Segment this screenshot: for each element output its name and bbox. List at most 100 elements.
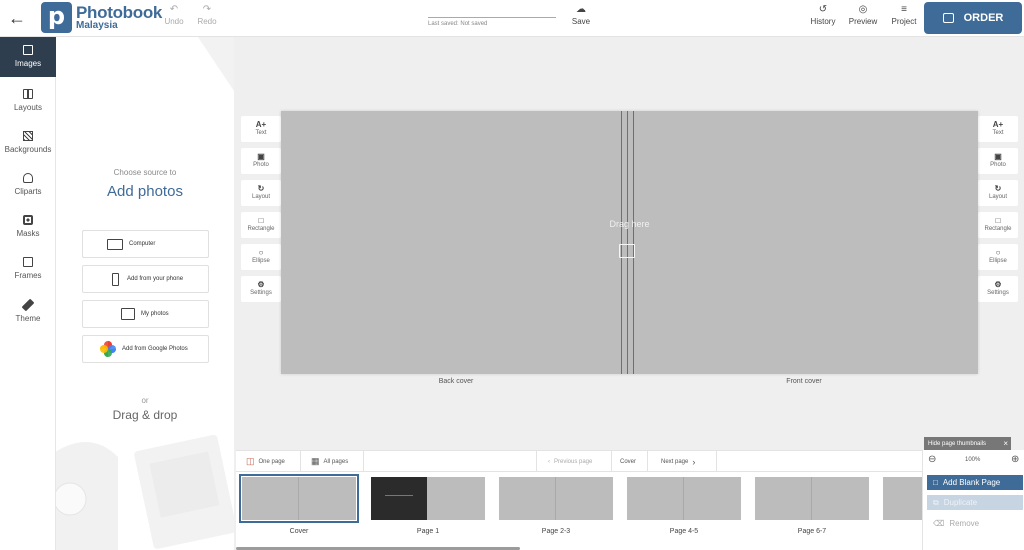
drag-drop-hint: Drag & drop xyxy=(112,408,178,422)
source-google-photos-button[interactable]: Add from Google Photos xyxy=(82,335,209,363)
gear-icon: ⚙ xyxy=(257,280,265,289)
save-status: Last saved: Not saved xyxy=(428,8,556,27)
nav-item-theme[interactable]: Theme xyxy=(0,291,56,331)
grid-icon: ▦ xyxy=(311,456,320,466)
preview-button[interactable]: ◎ Preview xyxy=(847,4,879,26)
zoom-level: 100% xyxy=(965,457,981,463)
back-arrow-icon[interactable]: ← xyxy=(6,7,28,29)
thumbnail-strip: Cover Page 1 Page 2-3 Page 4-5 Page 6-7 xyxy=(236,472,922,550)
project-button[interactable]: ≡ Project xyxy=(889,4,919,26)
history-button[interactable]: ↺ History xyxy=(808,4,838,26)
undo-button[interactable]: ↶ Undo xyxy=(164,4,184,26)
nav-item-backgrounds[interactable]: Backgrounds xyxy=(0,123,56,163)
thumbnail-cover[interactable] xyxy=(239,474,359,523)
source-computer-button[interactable]: Computer xyxy=(82,230,209,258)
backgrounds-icon xyxy=(23,131,33,141)
source-my-photos-button[interactable]: My photos xyxy=(82,300,209,328)
front-cover-label: Front cover xyxy=(786,378,822,385)
hide-thumbnails-tab[interactable]: Hide page thumbnails × xyxy=(924,437,1011,451)
thumbnail-page-6-7[interactable] xyxy=(755,477,869,520)
save-status-divider xyxy=(428,17,556,18)
spine-line xyxy=(633,111,634,374)
rectangle-icon: □ xyxy=(258,216,264,225)
thumbnail-next[interactable] xyxy=(883,477,922,520)
add-photos-panel: Choose source to Add photos Computer Add… xyxy=(56,37,234,550)
photo-icon: ▣ xyxy=(994,152,1002,161)
nav-item-layouts[interactable]: Layouts xyxy=(0,81,56,121)
add-image-icon xyxy=(619,244,635,258)
logo-mark[interactable]: p xyxy=(41,2,72,33)
tool-settings-right[interactable]: ⚙ Settings xyxy=(978,276,1018,302)
google-photos-icon xyxy=(100,341,116,357)
tool-rectangle-left[interactable]: □ Rectangle xyxy=(241,212,281,238)
eye-icon: ◎ xyxy=(858,4,868,15)
cloud-icon: ☁ xyxy=(576,4,586,15)
ellipse-icon: ○ xyxy=(258,248,264,257)
history-icon: ↺ xyxy=(818,4,828,15)
last-saved-label: Last saved: xyxy=(428,21,459,27)
nav-item-cliparts[interactable]: Cliparts xyxy=(0,165,56,205)
thumbnail-label: Page 1 xyxy=(416,528,440,535)
tool-settings-left[interactable]: ⚙ Settings xyxy=(241,276,281,302)
duplicate-button[interactable]: ⧉ Duplicate xyxy=(927,495,1023,510)
next-page-button[interactable]: Next page › xyxy=(661,451,695,472)
thumbnail-page-2-3[interactable] xyxy=(499,477,613,520)
nav-item-images[interactable]: Images xyxy=(0,37,56,77)
thumbnail-label: Page 4-5 xyxy=(669,528,699,535)
redo-icon: ↷ xyxy=(202,4,212,15)
tool-layout-left[interactable]: ↻ Layout xyxy=(241,180,281,206)
redo-button[interactable]: ↷ Redo xyxy=(196,4,218,26)
left-tool-column: A+ Text ▣ Photo ↻ Layout □ Rectangle ○ Ellips… xyxy=(241,116,281,308)
remove-button[interactable]: ⌫ Remove xyxy=(927,516,1023,531)
text-icon: A+ xyxy=(255,120,267,129)
tool-photo-left[interactable]: ▣ Photo xyxy=(241,148,281,174)
tool-text-right[interactable]: A+ Text xyxy=(978,116,1018,142)
frames-icon xyxy=(23,257,33,267)
computer-icon xyxy=(107,238,123,250)
tool-rectangle-right[interactable]: □ Rectangle xyxy=(978,212,1018,238)
gear-icon: ⚙ xyxy=(994,280,1002,289)
bag-icon xyxy=(942,13,954,23)
tool-layout-right[interactable]: ↻ Layout xyxy=(978,180,1018,206)
tool-ellipse-right[interactable]: ○ Ellipse xyxy=(978,244,1018,270)
layout-refresh-icon: ↻ xyxy=(994,184,1002,193)
source-phone-button[interactable]: Add from your phone xyxy=(82,265,209,293)
order-button[interactable]: ORDER xyxy=(924,2,1022,34)
chevron-right-icon: › xyxy=(692,456,696,467)
nav-item-masks[interactable]: Masks xyxy=(0,207,56,247)
previous-page-button[interactable]: ‹ Previous page xyxy=(548,451,592,472)
nav-item-frames[interactable]: Frames xyxy=(0,249,56,289)
photo-icon: ▣ xyxy=(257,152,265,161)
ellipse-icon: ○ xyxy=(995,248,1001,257)
page-actions-panel: ⊖ 100% ⊕ □ Add Blank Page ⧉ Duplicate ⌫ … xyxy=(922,450,1024,550)
thumbnail-label: Cover xyxy=(289,528,309,535)
close-icon[interactable]: × xyxy=(1003,437,1008,451)
cover-canvas[interactable]: Drag here xyxy=(281,111,978,374)
rectangle-icon: □ xyxy=(995,216,1001,225)
thumbnail-page-1[interactable] xyxy=(371,477,485,520)
layouts-icon xyxy=(23,89,33,99)
thumbnail-dark-page xyxy=(371,477,427,520)
chevron-left-icon: ‹ xyxy=(548,458,550,465)
last-saved-value: Not saved xyxy=(460,21,488,27)
zoom-in-icon[interactable]: ⊕ xyxy=(1011,454,1019,465)
undo-icon: ↶ xyxy=(169,4,179,15)
add-blank-page-button[interactable]: □ Add Blank Page xyxy=(927,475,1023,490)
thumbnail-label: Page 2-3 xyxy=(541,528,571,535)
one-page-toggle[interactable]: ◫ One page xyxy=(246,451,285,472)
tool-ellipse-left[interactable]: ○ Ellipse xyxy=(241,244,281,270)
current-page-label: Cover xyxy=(620,458,637,465)
save-button[interactable]: ☁ Save xyxy=(570,4,592,26)
zoom-control: ⊖ 100% ⊕ xyxy=(923,450,1024,472)
duplicate-icon: ⧉ xyxy=(933,497,939,507)
zoom-out-icon[interactable]: ⊖ xyxy=(928,454,936,465)
masks-icon xyxy=(23,215,33,225)
tool-photo-right[interactable]: ▣ Photo xyxy=(978,148,1018,174)
tool-text-left[interactable]: A+ Text xyxy=(241,116,281,142)
thumbnail-page-4-5[interactable] xyxy=(627,477,741,520)
images-icon xyxy=(23,45,33,55)
sliders-icon: ≡ xyxy=(901,4,907,15)
thumbnail-label: Page 6-7 xyxy=(797,528,827,535)
brush-icon xyxy=(21,298,35,312)
all-pages-toggle[interactable]: ▦ All pages xyxy=(311,451,348,472)
